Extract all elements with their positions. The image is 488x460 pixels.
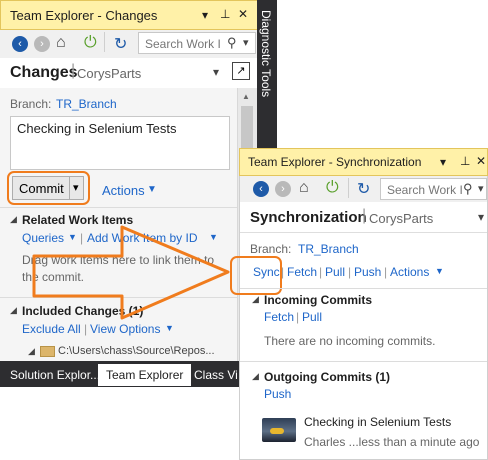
divider bbox=[240, 288, 487, 289]
push-link[interactable]: Push bbox=[264, 387, 291, 401]
commit-meta: Charles ...less than a minute ago bbox=[304, 435, 480, 449]
dropdown-icon[interactable]: ▾ bbox=[440, 155, 446, 169]
avatar-car bbox=[270, 428, 284, 434]
sync-title: Team Explorer - Synchronization bbox=[248, 155, 422, 169]
back-icon[interactable]: ‹ bbox=[253, 181, 269, 197]
incoming-empty-message: There are no incoming commits. bbox=[264, 334, 436, 348]
link-separator: | bbox=[296, 310, 300, 324]
forward-icon[interactable]: › bbox=[275, 181, 291, 197]
refresh-icon[interactable]: ↻ bbox=[357, 179, 370, 199]
link-separator: | bbox=[384, 265, 388, 279]
fetch-link[interactable]: Fetch bbox=[287, 265, 317, 279]
sync-highlight bbox=[230, 256, 282, 295]
divider bbox=[240, 232, 487, 233]
incoming-fetch-link[interactable]: Fetch bbox=[264, 310, 294, 324]
page-title: Synchronization bbox=[250, 209, 367, 226]
branch-link[interactable]: TR_Branch bbox=[298, 242, 359, 256]
title-separator: | bbox=[362, 207, 367, 224]
orange-arrow bbox=[32, 225, 230, 320]
outgoing-commits-title: Outgoing Commits (1) bbox=[264, 370, 390, 384]
project-name: CorysParts bbox=[369, 211, 434, 226]
home-icon[interactable]: ⌂ bbox=[299, 179, 309, 197]
search-icon[interactable]: ⚲ bbox=[463, 181, 473, 197]
actions-link[interactable]: Actions bbox=[390, 265, 429, 279]
plug-icon[interactable]: ⏻ bbox=[326, 179, 339, 197]
divider bbox=[240, 361, 487, 362]
pull-link[interactable]: Pull bbox=[325, 265, 345, 279]
pin-icon[interactable]: ⊥ bbox=[460, 154, 470, 168]
incoming-pull-link[interactable]: Pull bbox=[302, 310, 322, 324]
branch-label: Branch: bbox=[250, 242, 292, 256]
push-link[interactable]: Push bbox=[354, 265, 381, 279]
close-icon[interactable]: ✕ bbox=[476, 154, 486, 168]
header-dropdown-icon[interactable]: ▾ bbox=[478, 210, 484, 224]
search-dropdown-icon[interactable]: ▾ bbox=[478, 182, 484, 195]
collapse-icon[interactable]: ◢ bbox=[252, 294, 259, 305]
link-separator: | bbox=[319, 265, 323, 279]
actions-dropdown-icon[interactable]: ▼ bbox=[435, 266, 444, 276]
toolbar-separator bbox=[348, 178, 349, 198]
incoming-commits-title: Incoming Commits bbox=[264, 293, 373, 307]
link-separator: | bbox=[348, 265, 352, 279]
commit-message[interactable]: Checking in Selenium Tests bbox=[304, 415, 451, 429]
collapse-icon[interactable]: ◢ bbox=[252, 371, 259, 382]
